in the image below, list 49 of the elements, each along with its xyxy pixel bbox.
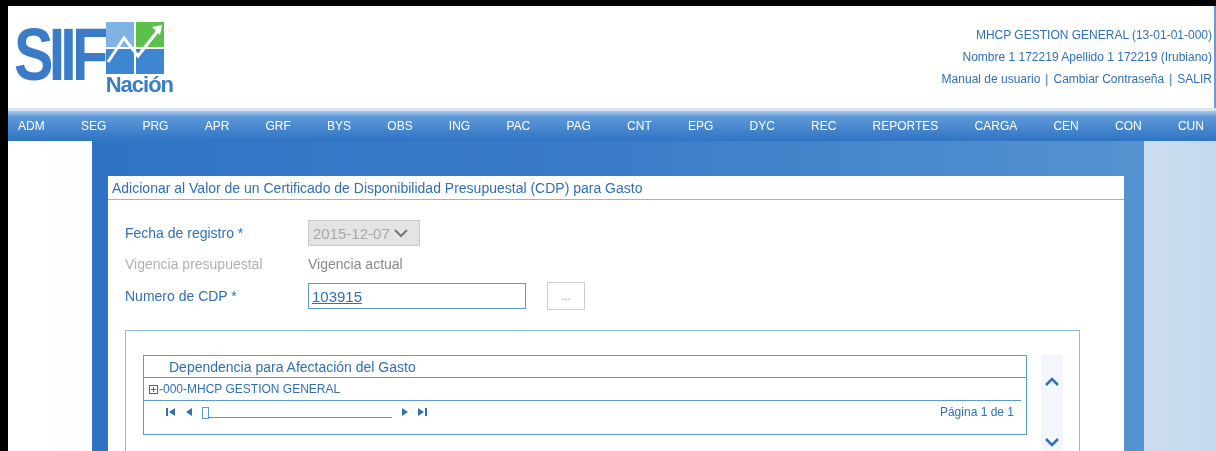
menu-item[interactable]: CUN — [1177, 119, 1204, 134]
header-link[interactable]: Cambiar Contraseña — [1053, 72, 1165, 86]
pager-thumb[interactable] — [202, 406, 209, 419]
column-header: Dependencia para Afectación del Gasto — [144, 356, 1026, 378]
menu-item[interactable]: EPG — [687, 119, 714, 134]
link-separator: | — [1045, 72, 1049, 86]
field-value: Vigencia actual — [308, 256, 404, 272]
menu-item[interactable]: SEG — [80, 119, 107, 134]
menu-item[interactable]: CON — [1115, 119, 1142, 134]
menu-item[interactable]: PAG — [566, 119, 591, 134]
header-link[interactable]: SALIR — [1177, 72, 1212, 86]
menu-item[interactable]: REC — [811, 119, 837, 134]
menu-item[interactable]: PAC — [506, 119, 531, 134]
menu-item[interactable]: GRF — [265, 119, 291, 134]
menu-item[interactable]: OBS — [387, 119, 413, 134]
field-label: Numero de CDP * — [125, 288, 238, 304]
previous-page-icon[interactable] — [184, 407, 194, 417]
input-field[interactable]: 103915 — [308, 283, 526, 309]
form-title: Adicionar al Valor de un Certificado de Disponibilidad Presupuestal (CDP) para Gasto — [108, 176, 1124, 200]
chevron-down-icon[interactable] — [1045, 438, 1059, 447]
chevron-down-icon — [393, 228, 408, 238]
entity-name: MHCP GESTION GENERAL (13-01-01-000) — [975, 28, 1212, 42]
user-name: Nombre 1 172219 Apellido 1 172219 (Irubiano) — [962, 50, 1212, 64]
menu-item[interactable]: APR — [204, 119, 230, 134]
next-page-icon[interactable] — [400, 407, 410, 417]
pager-track[interactable] — [202, 406, 392, 418]
menu-item[interactable]: CARGA — [974, 119, 1018, 134]
logo-letters: SIIF — [14, 14, 104, 96]
menu-item[interactable]: DYC — [749, 119, 775, 134]
lookup-button[interactable]: ... — [547, 282, 585, 310]
menu-item[interactable]: ADM — [18, 119, 45, 134]
field-label: Vigencia presupuestal — [125, 256, 264, 272]
logo-subtitle: Nación — [105, 74, 174, 96]
header-link[interactable]: Manual de usuario — [941, 72, 1041, 86]
chevron-up-icon[interactable] — [1045, 377, 1059, 386]
plus-box-icon[interactable] — [149, 384, 158, 394]
menu-item[interactable]: CEN — [1053, 119, 1079, 134]
last-page-icon[interactable] — [418, 407, 428, 417]
menu-item[interactable]: CNT — [627, 119, 652, 134]
menu-item[interactable]: REPORTES — [872, 119, 939, 134]
menu-item[interactable]: BYS — [327, 119, 352, 134]
page-count: Página 1 de 1 — [939, 405, 1014, 419]
menu-item[interactable]: ING — [448, 119, 471, 134]
field-label: Fecha de registro * — [125, 225, 245, 241]
chart-arrow-icon — [105, 22, 164, 74]
first-page-icon[interactable] — [166, 407, 176, 417]
menu-item[interactable]: PRG — [142, 119, 169, 134]
tree-row-label[interactable]: -000-MHCP GESTION GENERAL — [159, 382, 341, 396]
link-separator: | — [1169, 72, 1173, 86]
